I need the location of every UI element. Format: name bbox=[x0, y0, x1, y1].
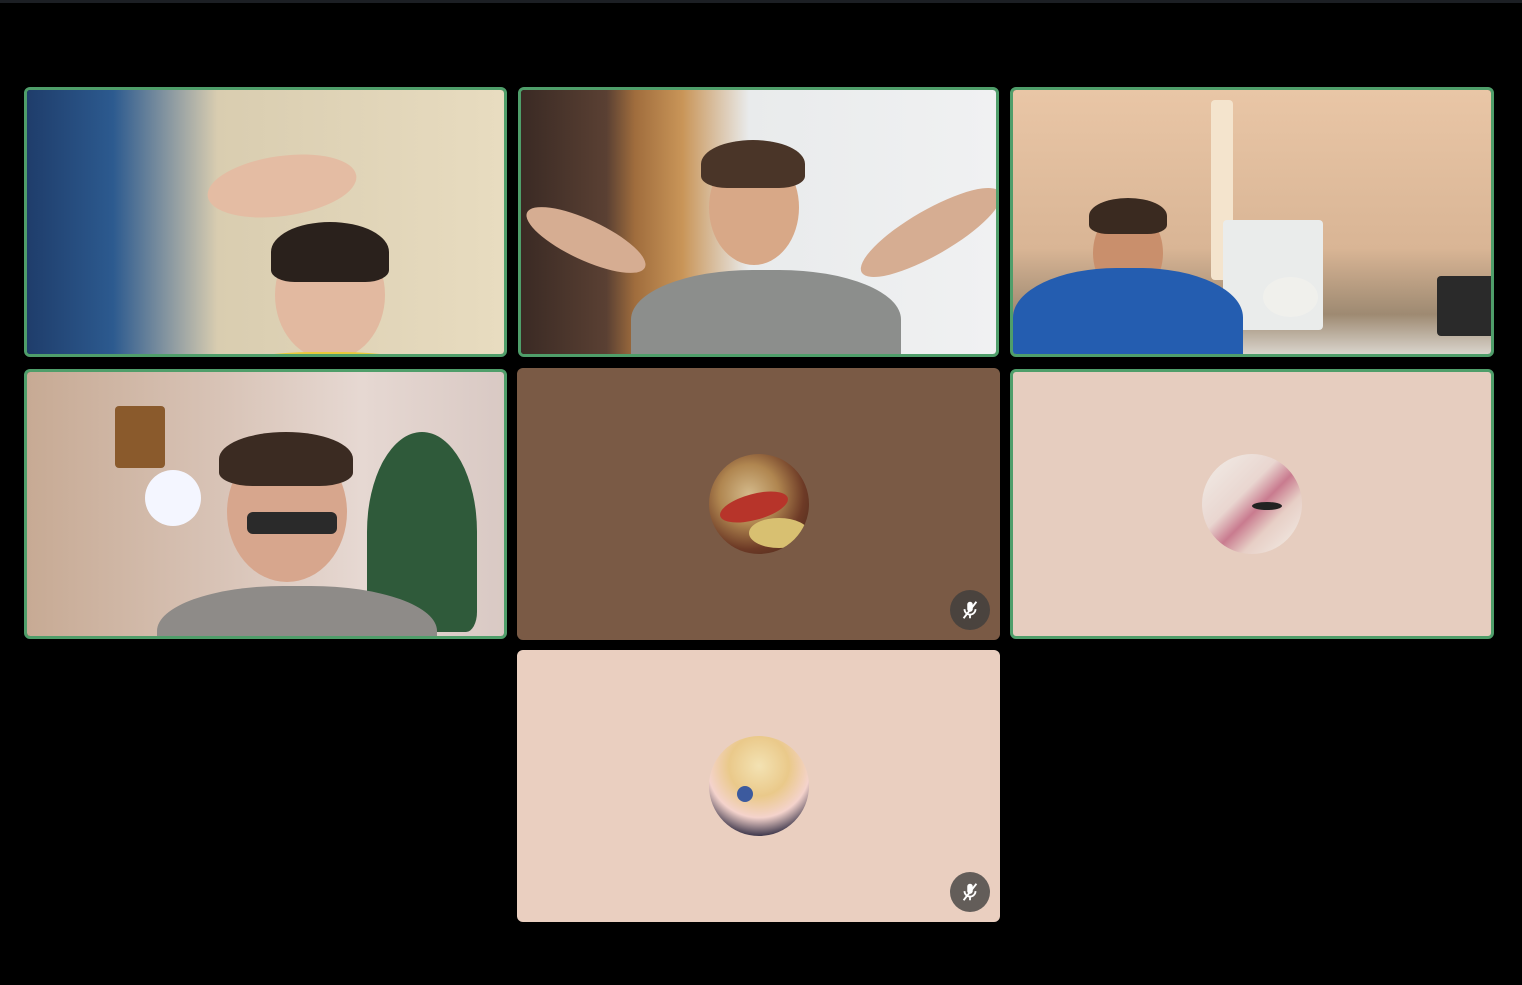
participant-video-2 bbox=[521, 90, 996, 354]
mic-muted-icon bbox=[950, 872, 990, 912]
participant-video-1 bbox=[27, 90, 504, 354]
participant-tile-2[interactable] bbox=[518, 87, 999, 357]
participant-tile-5[interactable] bbox=[517, 368, 1000, 640]
avatar-image bbox=[708, 736, 809, 836]
participant-tile-4[interactable] bbox=[24, 369, 507, 639]
avatar-image bbox=[1202, 454, 1302, 554]
avatar-image bbox=[708, 454, 809, 554]
participant-tile-1[interactable] bbox=[24, 87, 507, 357]
window-top-edge bbox=[0, 0, 1522, 3]
participant-video-4 bbox=[27, 372, 504, 636]
participant-tile-6[interactable] bbox=[1010, 369, 1494, 639]
participant-tile-3[interactable] bbox=[1010, 87, 1494, 357]
participant-tile-7[interactable] bbox=[517, 650, 1000, 922]
mic-muted-icon bbox=[950, 590, 990, 630]
participant-video-3 bbox=[1013, 90, 1491, 354]
